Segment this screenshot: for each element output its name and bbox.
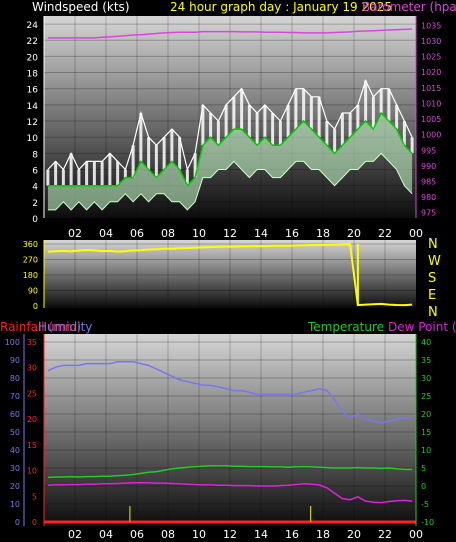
y2-tick-label: 10 xyxy=(421,446,431,455)
y-tick-label: 360 xyxy=(23,240,38,249)
x-tick-label: 10 xyxy=(192,227,206,240)
x-tick-label: 10 xyxy=(192,528,206,541)
y-tick-label: 0 xyxy=(15,518,20,527)
x-tick-label: 14 xyxy=(254,528,268,541)
y-tick-label: 24 xyxy=(27,21,39,31)
x-tick-label: 00 xyxy=(409,528,423,541)
compass-label: S xyxy=(428,271,436,286)
y-tick-label: 40 xyxy=(10,446,20,455)
date-label: 24 hour graph day : January 19 2025 xyxy=(170,0,392,14)
y-tick-label: 18 xyxy=(27,70,39,80)
barometer-label: Barometer (hpa xyxy=(362,0,456,14)
y-tick-label: 30 xyxy=(10,464,20,473)
x-tick-label: 16 xyxy=(285,227,299,240)
compass-label: N xyxy=(428,305,438,320)
y-tick-label: 90 xyxy=(10,356,20,365)
y-tick-label: 8 xyxy=(32,150,38,160)
y-tick-label: 180 xyxy=(23,271,38,280)
x-tick-label: 06 xyxy=(130,528,144,541)
y2-tick-label: 985 xyxy=(421,177,436,186)
rain-tick-label: 25 xyxy=(27,389,37,398)
x-tick-label: 20 xyxy=(347,227,361,240)
x-tick-label: 02 xyxy=(68,227,82,240)
x-tick-label: 00 xyxy=(409,227,423,240)
y-tick-label: 10 xyxy=(27,134,39,144)
y-tick-label: 270 xyxy=(23,256,38,265)
y-tick-label: 80 xyxy=(10,374,20,383)
y2-tick-label: 5 xyxy=(421,464,426,473)
y-tick-label: 20 xyxy=(10,482,20,491)
y-tick-label: 16 xyxy=(27,86,39,96)
y2-tick-label: 1020 xyxy=(421,68,441,77)
x-tick-label: 04 xyxy=(99,227,113,240)
temperature-label: Temperature xyxy=(307,320,384,334)
x-tick-label: 22 xyxy=(378,227,392,240)
y2-tick-label: 1015 xyxy=(421,84,441,93)
y2-tick-label: 25 xyxy=(421,392,431,401)
y2-tick-label: 995 xyxy=(421,146,436,155)
y-tick-label: 100 xyxy=(5,338,20,347)
x-tick-label: 22 xyxy=(378,528,392,541)
compass-label: N xyxy=(428,237,438,252)
x-tick-label: 02 xyxy=(68,528,82,541)
x-tick-label: 12 xyxy=(223,528,237,541)
x-tick-label: 06 xyxy=(130,227,144,240)
rain-tick-label: 20 xyxy=(27,415,37,424)
x-tick-label: 08 xyxy=(161,227,175,240)
y2-tick-label: 1005 xyxy=(421,115,441,124)
y-tick-label: 0 xyxy=(33,302,38,311)
x-tick-label: 16 xyxy=(285,528,299,541)
y2-tick-label: 980 xyxy=(421,193,436,202)
x-tick-label: 12 xyxy=(223,227,237,240)
y2-tick-label: 20 xyxy=(421,410,431,419)
y-tick-label: 14 xyxy=(27,102,39,112)
rain-tick-label: 15 xyxy=(27,441,37,450)
rain-tick-label: 0 xyxy=(32,518,37,527)
rain-tick-label: 30 xyxy=(27,364,37,373)
y-tick-label: 50 xyxy=(10,428,20,437)
y-tick-label: 70 xyxy=(10,392,20,401)
compass-label: W xyxy=(428,254,441,269)
rain-tick-label: 10 xyxy=(27,467,37,476)
y2-tick-label: 40 xyxy=(421,338,431,347)
rain-tick-label: 5 xyxy=(32,492,37,501)
y2-tick-label: 1010 xyxy=(421,99,441,108)
humidity-label: Humidity xyxy=(38,320,92,334)
y2-tick-label: 1025 xyxy=(421,53,441,62)
y-tick-label: 0 xyxy=(32,215,38,225)
y2-tick-label: 1000 xyxy=(421,131,441,140)
y-tick-label: 6 xyxy=(32,167,38,177)
y2-tick-label: -5 xyxy=(421,500,429,509)
y-tick-label: 20 xyxy=(27,53,39,63)
y2-tick-label: -10 xyxy=(421,518,434,527)
windspeed-label: Windspeed (kts) xyxy=(32,0,130,14)
y2-tick-label: 1035 xyxy=(421,21,441,30)
x-tick-label: 14 xyxy=(254,227,268,240)
y2-tick-label: 975 xyxy=(421,209,436,218)
x-tick-label: 04 xyxy=(99,528,113,541)
compass-label: E xyxy=(428,288,436,303)
weather-charts: Windspeed (kts) 24 hour graph day : Janu… xyxy=(0,0,456,541)
y2-tick-label: 35 xyxy=(421,356,431,365)
y2-tick-label: 15 xyxy=(421,428,431,437)
y2-tick-label: 0 xyxy=(421,482,426,491)
y-tick-label: 2 xyxy=(32,199,38,209)
y-tick-label: 60 xyxy=(10,410,20,419)
y-tick-label: 12 xyxy=(27,118,38,128)
y-tick-label: 10 xyxy=(10,500,20,509)
x-tick-label: 18 xyxy=(316,528,330,541)
y-tick-label: 22 xyxy=(27,37,38,47)
x-tick-label: 20 xyxy=(347,528,361,541)
y-tick-label: 4 xyxy=(32,183,38,193)
dewpoint-label: Dew Point (c xyxy=(388,320,456,334)
y2-tick-label: 990 xyxy=(421,162,436,171)
rain-tick-label: 35 xyxy=(27,338,37,347)
y-tick-label: 90 xyxy=(28,287,38,296)
x-tick-label: 18 xyxy=(316,227,330,240)
y2-tick-label: 1030 xyxy=(421,37,441,46)
y2-tick-label: 30 xyxy=(421,374,431,383)
x-tick-label: 08 xyxy=(161,528,175,541)
